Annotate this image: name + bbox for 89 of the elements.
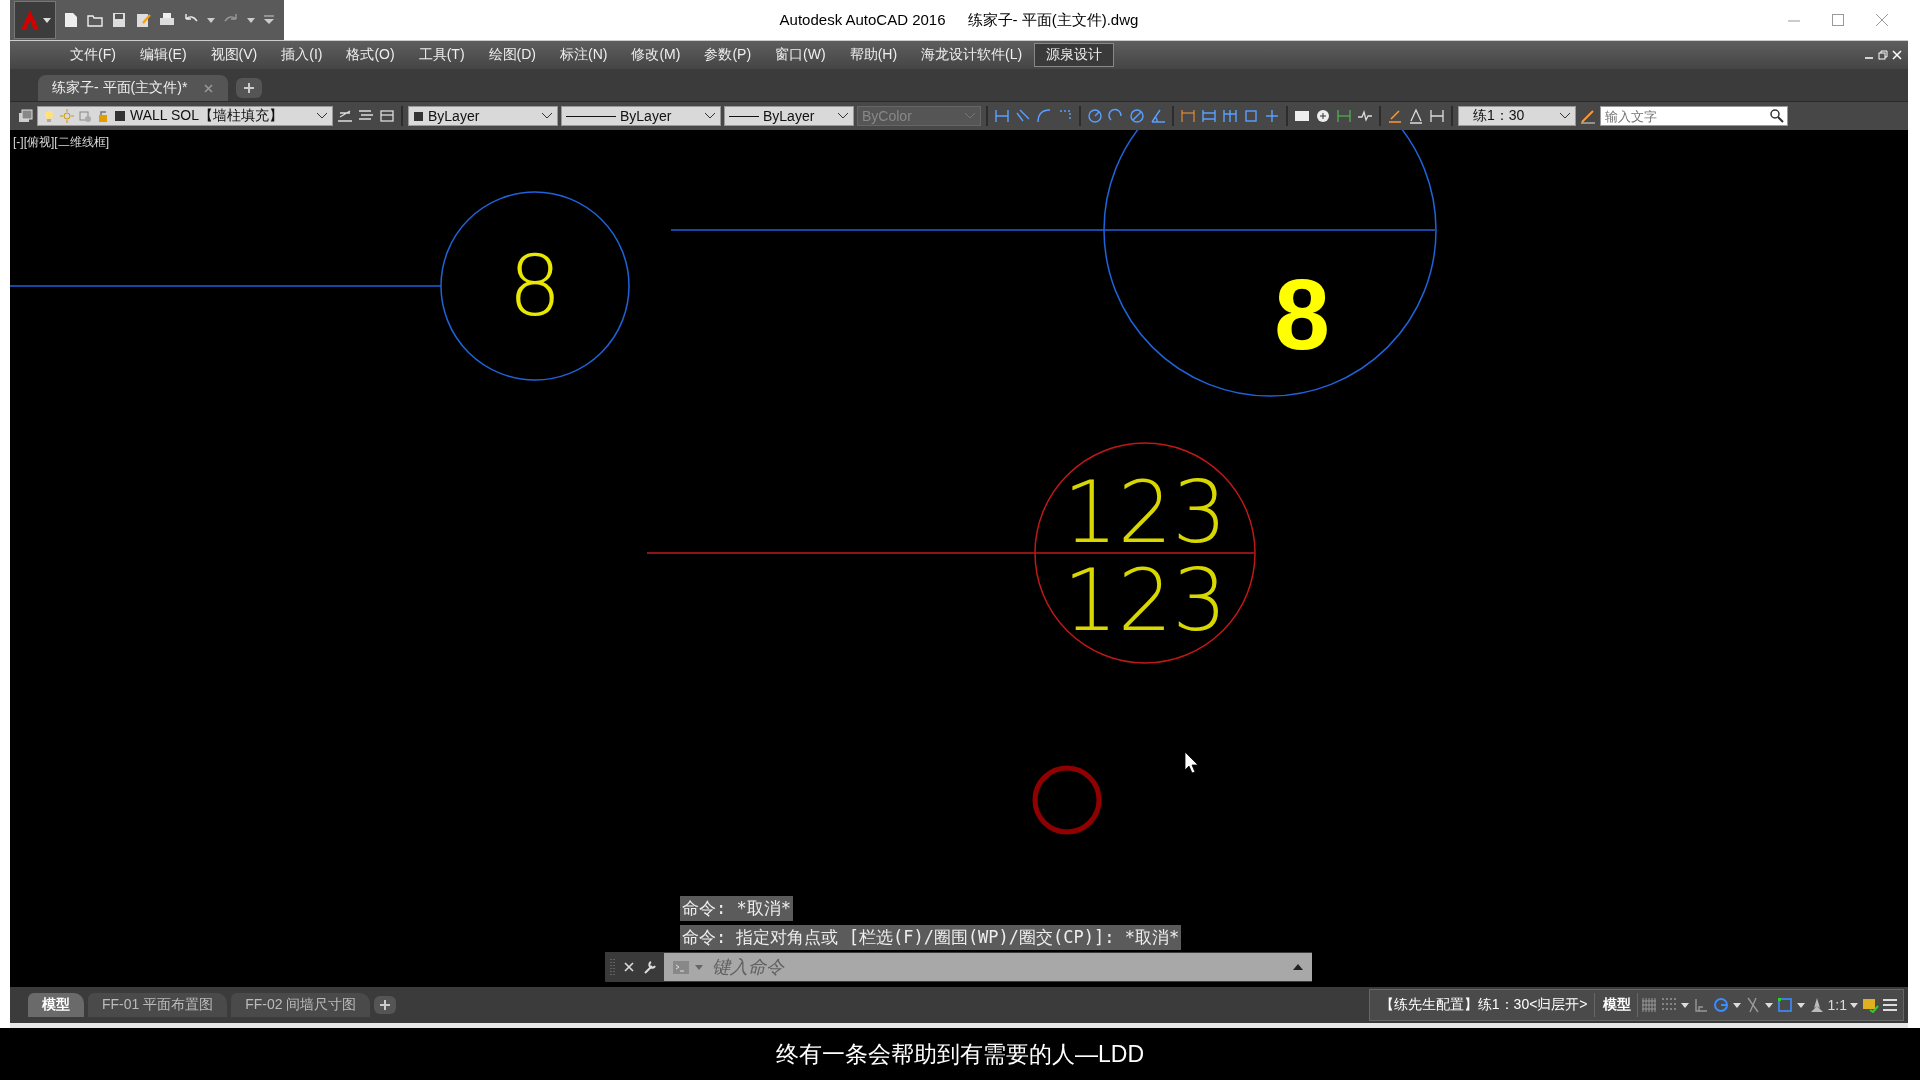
menu-item[interactable]: 源泉设计	[1034, 43, 1115, 67]
radius-icon[interactable]	[1086, 107, 1104, 125]
grip-icon	[609, 957, 616, 977]
layout-tab[interactable]: FF-01 平面布置图	[88, 993, 228, 1017]
continue-dimension-icon[interactable]	[1221, 107, 1239, 125]
axis-number: 123	[1062, 557, 1228, 643]
video-subtitle: 终有一条会帮助到有需要的人—LDD	[776, 1039, 1144, 1069]
configuration-label[interactable]: 【练先生配置】练1：30<归层开>	[1373, 993, 1595, 1017]
letter-a-logo-icon	[18, 8, 42, 32]
caret-icon[interactable]	[1679, 1000, 1690, 1010]
search-field[interactable]: 输入文字	[1600, 106, 1788, 126]
polar-tracking-icon[interactable]	[1711, 996, 1730, 1014]
application-menu-button[interactable]	[14, 1, 56, 39]
cursor-icon	[1184, 751, 1199, 774]
plus-icon	[379, 999, 392, 1011]
new-file-icon[interactable]	[62, 11, 80, 29]
arc-length-icon[interactable]	[1035, 107, 1053, 125]
maximize-icon[interactable]	[1830, 12, 1846, 28]
diameter-icon[interactable]	[1128, 107, 1146, 125]
layer-properties-icon[interactable]	[16, 107, 34, 125]
document-tab[interactable]: 练家子- 平面(主文件)*	[38, 75, 229, 101]
caret-icon	[42, 15, 52, 25]
menu-icon[interactable]	[1881, 996, 1899, 1014]
lineweight-dropdown[interactable]: ByLayer	[724, 106, 854, 126]
new-tab-button[interactable]	[236, 78, 263, 98]
menu-item[interactable]: 标注(N)	[548, 43, 620, 67]
menu-item[interactable]: 窗口(W)	[763, 43, 838, 67]
caret-icon[interactable]	[1795, 1000, 1806, 1010]
angular-dimension-icon[interactable]	[1149, 107, 1167, 125]
menu-item[interactable]: 绘图(D)	[476, 43, 548, 67]
menu-item[interactable]: 编辑(E)	[127, 43, 199, 67]
caret-icon[interactable]	[1849, 1000, 1859, 1010]
axis-number: 8	[508, 244, 562, 328]
menu-item[interactable]: 海龙设计软件(L)	[909, 43, 1035, 67]
caret-icon[interactable]	[1731, 1000, 1742, 1010]
sun-icon	[60, 109, 74, 123]
command-history-button[interactable]	[1284, 953, 1312, 981]
menu-item[interactable]: 帮助(H)	[837, 43, 910, 67]
menu-item[interactable]: 修改(M)	[619, 43, 693, 67]
annotation-scale-button[interactable]: 1:1	[1827, 997, 1847, 1013]
menu-item[interactable]: 视图(V)	[198, 43, 270, 67]
menu-item[interactable]: 工具(T)	[406, 43, 477, 67]
color-swatch-icon	[413, 109, 424, 123]
linear-dimension-icon[interactable]	[993, 107, 1011, 125]
object-snap-icon[interactable]	[1775, 996, 1794, 1014]
app-title: Autodesk AutoCAD 2016	[779, 10, 946, 30]
padlock-icon	[96, 109, 110, 123]
baseline-icon[interactable]	[1200, 107, 1218, 125]
wrench-icon[interactable]	[642, 959, 658, 975]
axis-number: 8	[1274, 264, 1330, 364]
layer-dropdown[interactable]: WALL SOL【墙柱填充】	[37, 106, 333, 126]
command-input-field[interactable]: 键入命令	[708, 953, 1284, 981]
color-dropdown[interactable]: ByLayer	[408, 106, 558, 126]
plus-icon	[243, 82, 256, 94]
menu-item[interactable]: 文件(F)	[58, 43, 128, 67]
caret-icon[interactable]	[246, 15, 256, 25]
caret-icon[interactable]	[206, 15, 216, 25]
close-icon[interactable]	[622, 960, 636, 974]
linetype-dropdown[interactable]: ByLayer	[561, 106, 721, 126]
new-layout-button[interactable]	[374, 996, 397, 1014]
caret-icon[interactable]	[1763, 1000, 1774, 1010]
viewport-controls-label[interactable]: [-][俯视][二维线框]	[13, 134, 109, 151]
model-space-button[interactable]: 模型	[1596, 993, 1638, 1017]
menu-item[interactable]: 格式(O)	[334, 43, 407, 67]
restore-icon[interactable]	[1878, 50, 1888, 60]
save-as-icon[interactable]	[134, 11, 152, 29]
layer-previous-icon[interactable]	[378, 107, 396, 125]
menu-item[interactable]: 参数(P)	[692, 43, 764, 67]
dimension-style-icon[interactable]	[1579, 107, 1597, 125]
file-title: 练家子- 平面(主文件).dwg	[967, 10, 1139, 30]
text-edit-icon[interactable]	[1407, 107, 1425, 125]
customize-caret-icon[interactable]	[262, 13, 276, 27]
menu-item[interactable]: 插入(I)	[269, 43, 335, 67]
caret-icon	[694, 962, 704, 972]
grid-icon[interactable]	[1639, 996, 1658, 1014]
dimension-edit-icon[interactable]	[1386, 107, 1404, 125]
center-mark-icon[interactable]	[1314, 107, 1332, 125]
dimension-style-dropdown[interactable]: 练1：30	[1458, 106, 1576, 126]
viewport-freeze-icon	[78, 109, 92, 123]
light-bulb-icon	[42, 109, 56, 123]
color-swatch-icon	[114, 109, 126, 123]
layout-tab[interactable]: 模型	[28, 993, 84, 1017]
search-icon[interactable]	[1769, 108, 1785, 124]
axis-number: 123	[1062, 469, 1228, 555]
pick-circle	[1032, 765, 1102, 835]
workspace-icon[interactable]	[1861, 996, 1879, 1014]
command-prompt-icon	[672, 958, 690, 976]
layout-tab[interactable]: FF-02 间墙尺寸图	[231, 993, 371, 1017]
save-icon[interactable]	[110, 11, 128, 29]
